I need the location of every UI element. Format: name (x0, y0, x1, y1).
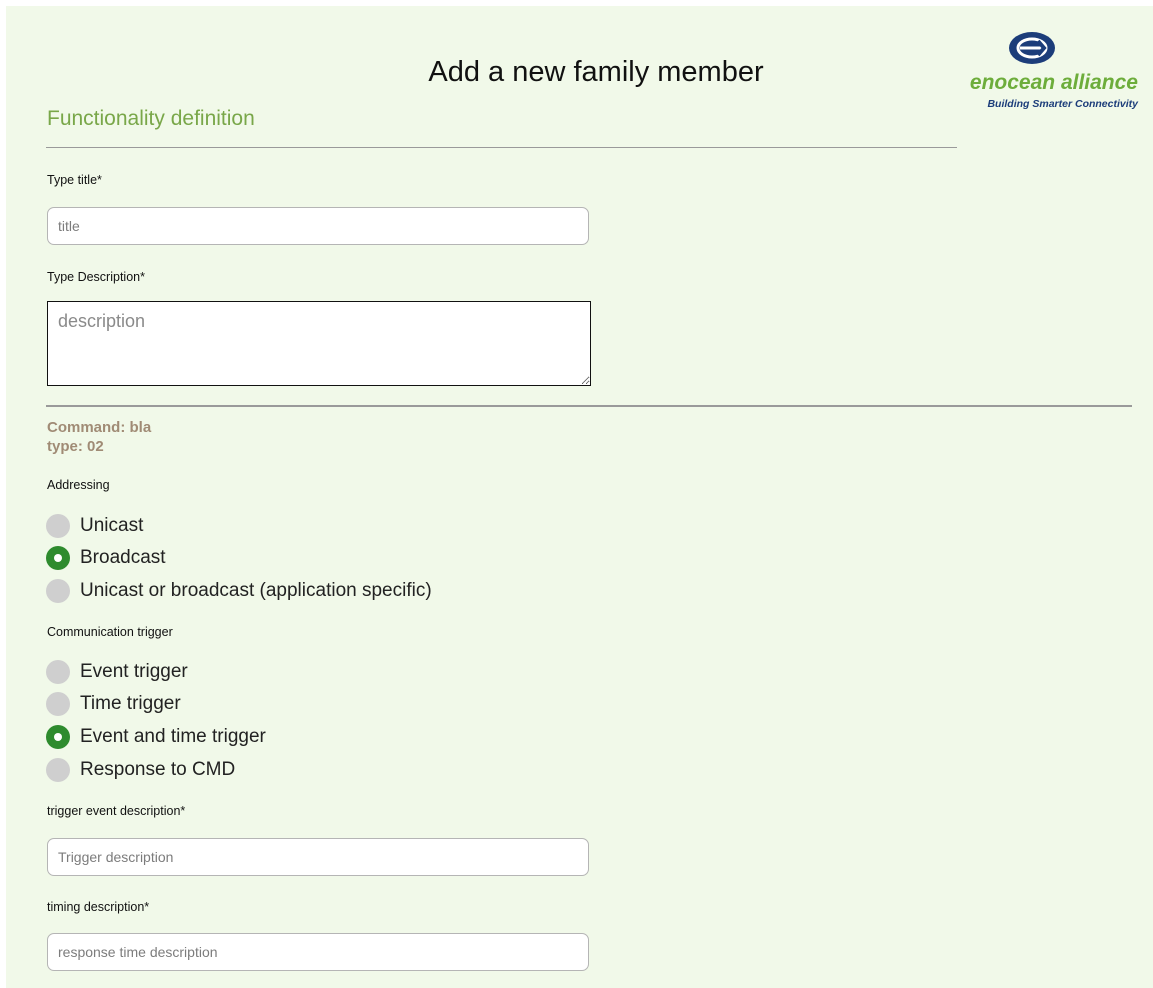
type-description-label: Type Description* (47, 270, 145, 284)
radio-trigger-response-to-cmd[interactable]: Response to CMD (46, 757, 235, 783)
radio-addressing-unicast[interactable]: Unicast (46, 513, 143, 539)
trigger-event-description-label: trigger event description* (47, 804, 186, 818)
radio-button-icon[interactable] (46, 579, 70, 603)
radio-label: Unicast or broadcast (application specif… (80, 580, 432, 601)
radio-label: Event and time trigger (80, 726, 266, 747)
addressing-label: Addressing (47, 478, 110, 492)
command-divider (46, 405, 1132, 407)
type-description-textarea[interactable] (47, 301, 591, 386)
communication-trigger-label: Communication trigger (47, 625, 173, 639)
command-type: type: 02 (47, 438, 104, 455)
section-divider (46, 147, 957, 148)
section-heading-functionality: Functionality definition (47, 107, 255, 130)
radio-button-icon[interactable] (46, 660, 70, 684)
radio-label: Unicast (80, 515, 144, 536)
timing-description-label: timing description* (47, 900, 150, 914)
timing-description-input[interactable] (47, 933, 589, 971)
logo-tagline: Building Smarter Connectivity (987, 98, 1138, 110)
radio-trigger-event-and-time[interactable]: Event and time trigger (46, 724, 266, 750)
type-title-label: Type title* (47, 173, 102, 187)
radio-button-icon[interactable] (46, 692, 70, 716)
command-name: Command: bla (47, 419, 152, 436)
radio-addressing-unicast-or-broadcast[interactable]: Unicast or broadcast (application specif… (46, 578, 432, 604)
enocean-emblem-icon (1009, 32, 1055, 64)
type-title-input[interactable] (47, 207, 589, 245)
radio-button-checked-icon[interactable] (46, 725, 70, 749)
radio-trigger-event[interactable]: Event trigger (46, 659, 188, 685)
radio-trigger-time[interactable]: Time trigger (46, 691, 181, 717)
radio-button-checked-icon[interactable] (46, 546, 70, 570)
enocean-logo: enocean alliance Building Smarter Connec… (926, 30, 1141, 120)
radio-label: Response to CMD (80, 759, 236, 780)
trigger-description-input[interactable] (47, 838, 589, 876)
radio-label: Broadcast (80, 547, 166, 568)
radio-label: Event trigger (80, 661, 188, 682)
logo-name: enocean alliance (969, 71, 1138, 94)
radio-addressing-broadcast[interactable]: Broadcast (46, 545, 166, 571)
radio-label: Time trigger (80, 693, 181, 714)
radio-button-icon[interactable] (46, 514, 70, 538)
page-container: Add a new family member enocean alliance… (6, 6, 1153, 988)
radio-button-icon[interactable] (46, 758, 70, 782)
